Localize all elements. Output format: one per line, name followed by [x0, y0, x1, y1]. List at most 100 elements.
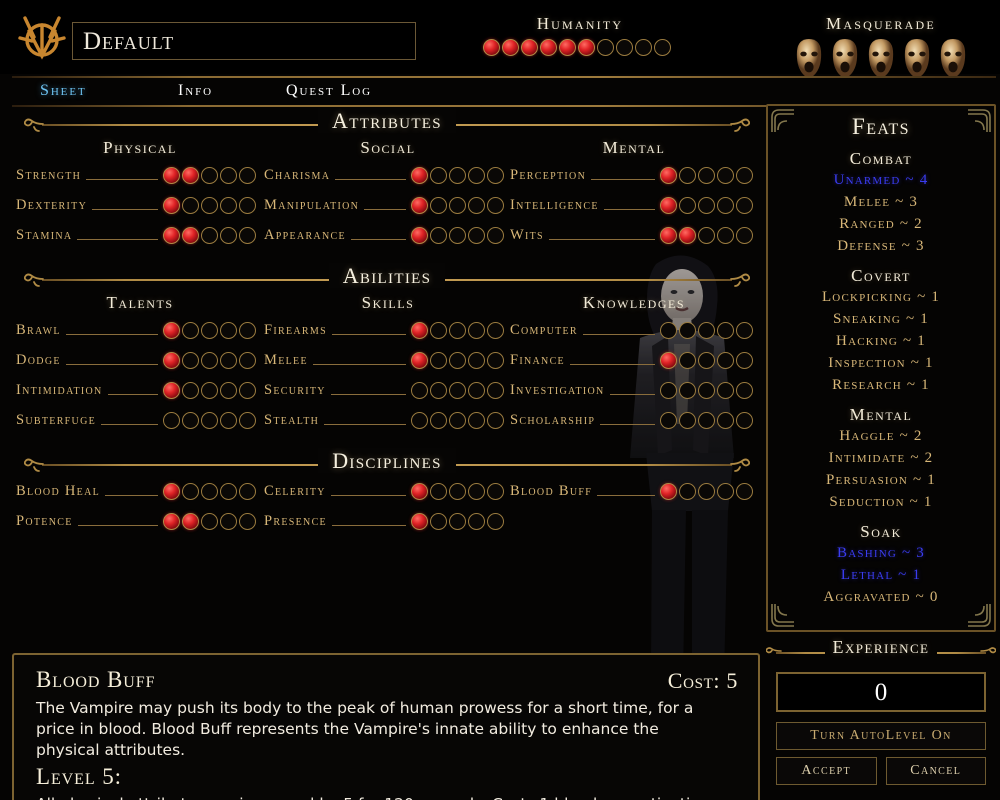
feat-row[interactable]: Lockpicking ~ 1	[768, 286, 994, 308]
rating-pip-empty[interactable]	[239, 321, 256, 339]
rating-pip-filled[interactable]	[182, 512, 199, 530]
stat-row[interactable]: Stealth	[264, 409, 504, 431]
rating-pip-empty[interactable]	[201, 351, 218, 369]
rating-pip-empty[interactable]	[449, 411, 466, 429]
rating-pip-empty[interactable]	[239, 512, 256, 530]
rating-pip-empty[interactable]	[430, 226, 447, 244]
stat-row[interactable]: Blood Buff	[510, 480, 753, 502]
rating-pip-empty[interactable]	[698, 482, 715, 500]
rating-pip-empty[interactable]	[679, 381, 696, 399]
rating-pip-empty[interactable]	[736, 351, 753, 369]
rating-pip-empty[interactable]	[698, 381, 715, 399]
rating-pip-empty[interactable]	[736, 226, 753, 244]
rating-dots[interactable]	[411, 381, 504, 399]
stat-row[interactable]: Security	[264, 379, 504, 401]
rating-pip-empty[interactable]	[698, 411, 715, 429]
rating-pip-empty[interactable]	[468, 351, 485, 369]
stat-row[interactable]: Intimidation	[16, 379, 256, 401]
rating-pip-filled[interactable]	[163, 482, 180, 500]
rating-pip-empty[interactable]	[717, 381, 734, 399]
rating-pip-empty[interactable]	[487, 166, 504, 184]
rating-pip-empty[interactable]	[449, 482, 466, 500]
rating-pip-empty[interactable]	[239, 381, 256, 399]
rating-pip-filled[interactable]	[679, 226, 696, 244]
rating-pip-filled[interactable]	[660, 226, 677, 244]
rating-pip-empty[interactable]	[468, 381, 485, 399]
stat-row[interactable]: Brawl	[16, 319, 256, 341]
rating-pip-empty[interactable]	[660, 321, 677, 339]
rating-pip-empty[interactable]	[468, 166, 485, 184]
rating-pip-filled[interactable]	[660, 166, 677, 184]
rating-pip-empty[interactable]	[201, 196, 218, 214]
rating-pip-empty[interactable]	[736, 381, 753, 399]
rating-pip-empty[interactable]	[487, 226, 504, 244]
rating-pip-empty[interactable]	[660, 411, 677, 429]
stat-row[interactable]: Stamina	[16, 224, 256, 246]
rating-pip-empty[interactable]	[430, 196, 447, 214]
rating-pip-empty[interactable]	[182, 321, 199, 339]
stat-row[interactable]: Melee	[264, 349, 504, 371]
rating-pip-filled[interactable]	[163, 351, 180, 369]
feat-row[interactable]: Sneaking ~ 1	[768, 308, 994, 330]
cancel-button[interactable]: Cancel	[885, 757, 986, 785]
rating-dots[interactable]	[163, 166, 256, 184]
rating-pip-empty[interactable]	[220, 321, 237, 339]
rating-pip-empty[interactable]	[449, 166, 466, 184]
tab-quest-log[interactable]: Quest Log	[286, 82, 372, 100]
rating-pip-empty[interactable]	[163, 411, 180, 429]
stat-row[interactable]: Wits	[510, 224, 753, 246]
rating-pip-empty[interactable]	[430, 411, 447, 429]
rating-pip-empty[interactable]	[736, 196, 753, 214]
rating-dots[interactable]	[411, 166, 504, 184]
stat-row[interactable]: Strength	[16, 164, 256, 186]
rating-pip-empty[interactable]	[220, 166, 237, 184]
rating-pip-empty[interactable]	[182, 351, 199, 369]
accept-button[interactable]: Accept	[776, 757, 877, 785]
rating-dots[interactable]	[660, 411, 753, 429]
feat-row[interactable]: Seduction ~ 1	[768, 491, 994, 513]
rating-dots[interactable]	[411, 321, 504, 339]
rating-pip-filled[interactable]	[411, 321, 428, 339]
stat-row[interactable]: Potence	[16, 510, 256, 532]
rating-pip-empty[interactable]	[182, 411, 199, 429]
toggle-autolevel-button[interactable]: Turn AutoLevel On	[776, 722, 986, 750]
rating-pip-empty[interactable]	[201, 166, 218, 184]
rating-pip-empty[interactable]	[201, 482, 218, 500]
feat-row[interactable]: Hacking ~ 1	[768, 330, 994, 352]
rating-pip-empty[interactable]	[201, 226, 218, 244]
rating-pip-empty[interactable]	[430, 512, 447, 530]
stat-row[interactable]: Investigation	[510, 379, 753, 401]
rating-pip-filled[interactable]	[411, 166, 428, 184]
rating-pip-empty[interactable]	[468, 321, 485, 339]
rating-dots[interactable]	[660, 226, 753, 244]
feat-row[interactable]: Aggravated ~ 0	[768, 586, 994, 608]
rating-pip-empty[interactable]	[717, 411, 734, 429]
rating-pip-empty[interactable]	[736, 482, 753, 500]
rating-pip-empty[interactable]	[201, 512, 218, 530]
rating-pip-empty[interactable]	[449, 321, 466, 339]
rating-dots[interactable]	[163, 381, 256, 399]
rating-pip-empty[interactable]	[239, 411, 256, 429]
stat-row[interactable]: Finance	[510, 349, 753, 371]
rating-pip-empty[interactable]	[239, 166, 256, 184]
stat-row[interactable]: Subterfuge	[16, 409, 256, 431]
rating-pip-empty[interactable]	[717, 196, 734, 214]
stat-row[interactable]: Intelligence	[510, 194, 753, 216]
rating-pip-filled[interactable]	[163, 321, 180, 339]
stat-row[interactable]: Presence	[264, 510, 504, 532]
rating-pip-filled[interactable]	[660, 196, 677, 214]
rating-pip-filled[interactable]	[411, 196, 428, 214]
rating-pip-filled[interactable]	[411, 512, 428, 530]
rating-pip-empty[interactable]	[220, 351, 237, 369]
rating-pip-empty[interactable]	[487, 321, 504, 339]
rating-pip-empty[interactable]	[468, 482, 485, 500]
rating-pip-empty[interactable]	[487, 196, 504, 214]
rating-pip-empty[interactable]	[736, 321, 753, 339]
rating-pip-empty[interactable]	[736, 411, 753, 429]
rating-pip-empty[interactable]	[468, 226, 485, 244]
rating-pip-empty[interactable]	[220, 482, 237, 500]
rating-pip-empty[interactable]	[698, 166, 715, 184]
rating-pip-filled[interactable]	[411, 226, 428, 244]
rating-dots[interactable]	[660, 381, 753, 399]
feat-row[interactable]: Unarmed ~ 4	[768, 169, 994, 191]
